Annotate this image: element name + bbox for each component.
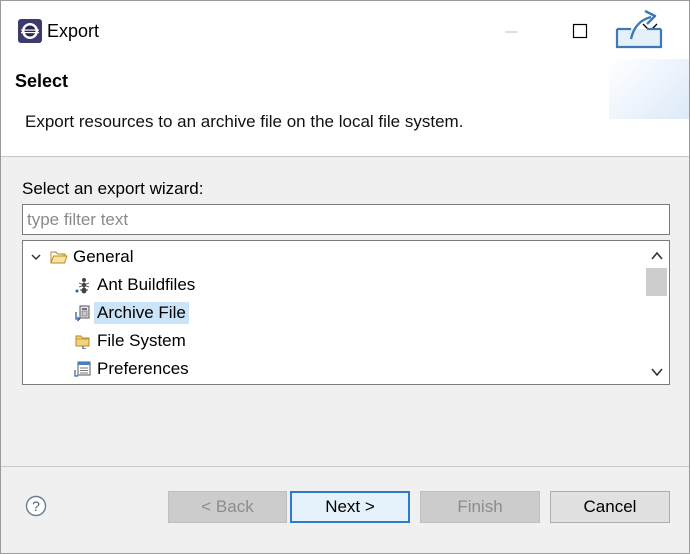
wizard-tree[interactable]: General Ant Buildfiles Archive File File… [22,240,670,385]
window-title: Export [47,21,100,41]
tree-scrollbar[interactable] [645,241,669,384]
tree-item-label: Preferences [97,359,189,378]
archive-icon [73,303,93,323]
minimize-icon [505,31,517,33]
wizard-select-label: Select an export wizard: [22,179,204,198]
chevron-up-icon [651,251,663,260]
chevron-down-icon [651,368,663,377]
export-dialog: Export Select Export resources to an arc… [0,0,690,554]
tree-item-label: General [73,247,134,266]
scroll-thumb[interactable] [646,268,667,296]
finish-button[interactable]: Finish [420,491,540,523]
maximize-button[interactable] [557,11,603,51]
minimize-button[interactable] [488,11,534,51]
page-title: Select [15,71,69,91]
wizard-header: Select Export resources to an archive fi… [1,59,689,157]
header-banner [609,59,689,119]
open-folder-icon [49,247,69,267]
eclipse-app-icon [18,19,42,43]
tree-item-preferences[interactable]: Preferences [73,356,189,382]
svg-text:?: ? [32,498,40,514]
maximize-icon [572,23,588,39]
preferences-icon [73,359,93,379]
tree-item-ant-buildfiles[interactable]: Ant Buildfiles [73,272,195,298]
title-bar: Export [1,1,689,59]
back-button[interactable]: < Back [168,491,287,523]
tree-item-label: Archive File [94,302,189,324]
export-banner-icon [615,9,663,49]
scroll-up-button[interactable] [645,245,669,267]
footer-separator [1,466,689,467]
chevron-down-icon[interactable] [27,248,45,266]
help-icon[interactable]: ? [25,495,47,517]
scroll-down-button[interactable] [645,361,669,383]
ant-icon [73,275,93,295]
tree-item-archive-file[interactable]: Archive File [73,300,189,326]
folder-icon [73,331,93,351]
next-button[interactable]: Next > [290,491,410,523]
filter-input[interactable] [22,204,670,235]
page-description: Export resources to an archive file on t… [25,112,464,131]
tree-item-file-system[interactable]: File System [73,328,186,354]
cancel-button[interactable]: Cancel [550,491,670,523]
tree-item-general[interactable]: General [27,244,133,270]
tree-item-label: File System [97,331,186,350]
tree-item-label: Ant Buildfiles [97,275,196,294]
